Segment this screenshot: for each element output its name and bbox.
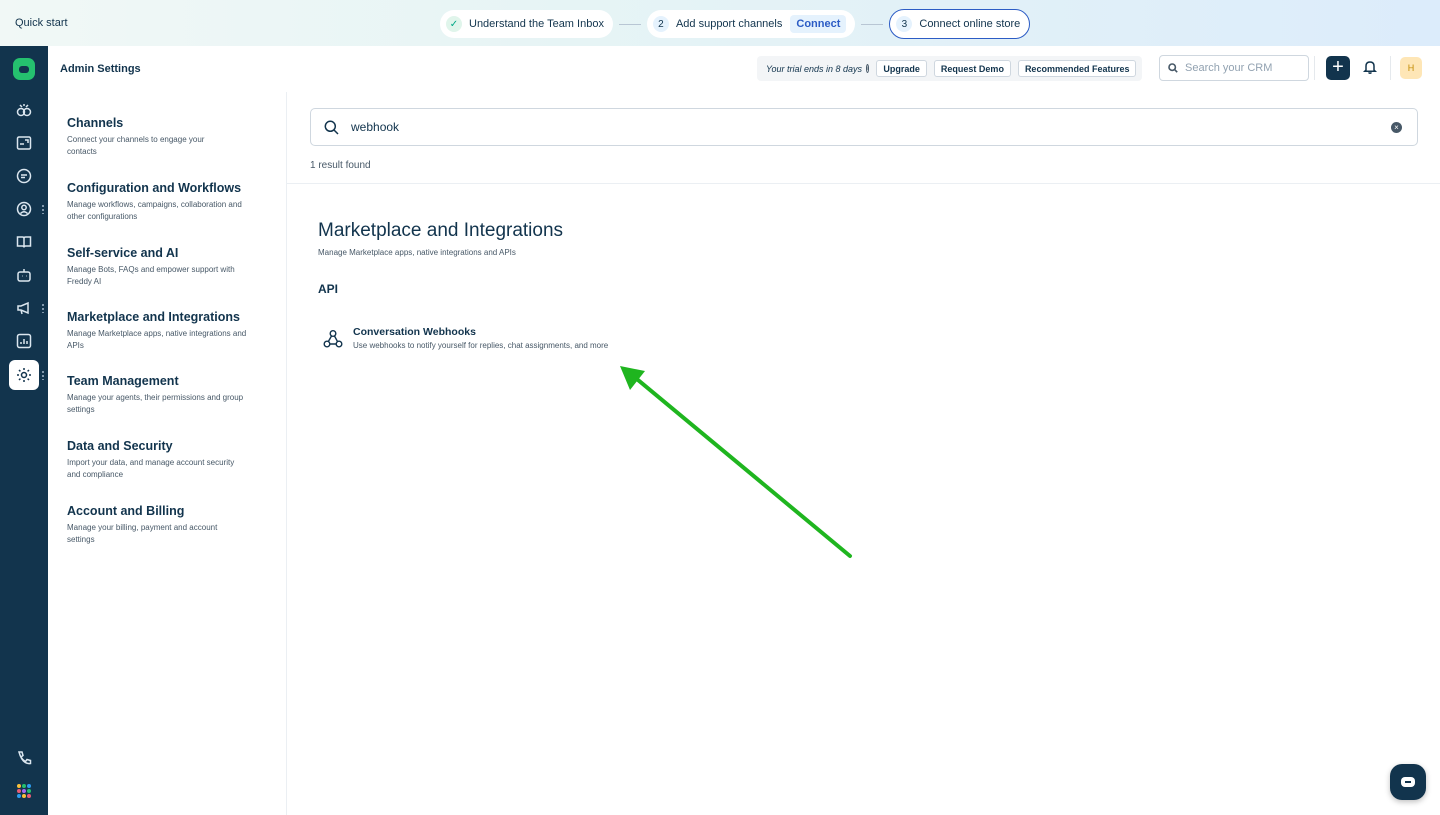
chat-icon [1401, 777, 1415, 787]
nav-item-desc: Manage Marketplace apps, native integrat… [67, 329, 247, 350]
result-name: Conversation Webhooks [353, 326, 476, 338]
settings-icon[interactable] [9, 360, 39, 390]
nav-item-desc: Manage your billing, payment and account… [67, 523, 218, 544]
step-2-label: Add support channels [675, 18, 783, 30]
step-connector [618, 23, 641, 25]
more-dots [42, 303, 44, 313]
webhook-icon [323, 330, 343, 348]
group-label: API [318, 282, 339, 296]
settings-nav: Channels Connect your channels to engage… [48, 92, 287, 815]
nav-item-desc: Manage your agents, their permissions an… [67, 393, 244, 414]
crm-search-placeholder: Search your CRM [1185, 62, 1273, 74]
bot-icon[interactable] [12, 263, 36, 287]
crm-search-input[interactable]: Search your CRM [1159, 55, 1309, 81]
more-dots [42, 204, 44, 214]
settings-nav-team-management[interactable]: Team Management Manage your agents, thei… [67, 374, 267, 416]
dashboard-icon[interactable] [12, 98, 36, 122]
upgrade-button[interactable]: Upgrade [876, 60, 927, 77]
search-value: webhook [351, 120, 400, 134]
nav-item-title: Marketplace and Integrations [67, 310, 240, 324]
quick-start-bar: Quick start ✓ Understand the Team Inbox … [0, 0, 1440, 46]
quick-start-title[interactable]: Quick start [15, 17, 68, 29]
recommended-features-button[interactable]: Recommended Features [1017, 60, 1137, 77]
notifications-bell-icon[interactable] [1362, 59, 1380, 77]
divider [1390, 56, 1391, 80]
search-icon [324, 120, 339, 135]
quick-start-step-3[interactable]: 3 Connect online store [889, 9, 1031, 39]
trial-text: Your trial ends in 8 days [766, 63, 863, 74]
step-3-label: Connect online store [919, 18, 1021, 30]
info-icon[interactable]: i [866, 64, 870, 73]
left-rail [0, 46, 48, 815]
logo-icon[interactable] [13, 58, 35, 80]
quick-start-step-1[interactable]: ✓ Understand the Team Inbox [440, 10, 613, 38]
campaigns-icon[interactable] [12, 296, 36, 320]
section-title: Marketplace and Integrations [318, 220, 564, 241]
result-desc: Use webhooks to notify yourself for repl… [353, 341, 609, 350]
nav-item-title: Team Management [67, 374, 179, 388]
main-content: webhook × 1 result found Marketplace and… [287, 92, 1440, 815]
divider [1314, 56, 1315, 80]
nav-item-desc: Manage workflows, campaigns, collaborati… [67, 200, 242, 221]
add-new-button[interactable]: + [1326, 56, 1350, 80]
nav-item-title: Channels [67, 116, 124, 130]
check-icon: ✓ [446, 16, 462, 32]
reports-icon[interactable] [12, 329, 36, 353]
page-title: Admin Settings [60, 63, 141, 75]
request-demo-button[interactable]: Request Demo [933, 60, 1011, 77]
quick-start-steps: ✓ Understand the Team Inbox 2 Add suppor… [440, 9, 1031, 39]
step-1-label: Understand the Team Inbox [469, 18, 604, 30]
conversations-icon[interactable] [12, 164, 36, 188]
result-item-conversation-webhooks[interactable]: Conversation Webhooks Use webhooks to no… [321, 326, 608, 351]
nav-item-title: Self-service and AI [67, 246, 179, 260]
result-count: 1 result found [310, 160, 371, 171]
top-header: Admin Settings Your trial ends in 8 days… [48, 46, 1440, 92]
settings-nav-channels[interactable]: Channels Connect your channels to engage… [67, 116, 267, 158]
chat-widget-button[interactable] [1390, 764, 1426, 800]
phone-icon[interactable] [12, 746, 36, 770]
settings-nav-data-security[interactable]: Data and Security Import your data, and … [67, 439, 267, 481]
nav-item-desc: Connect your channels to engage your con… [67, 135, 205, 156]
avatar[interactable]: H [1400, 57, 1422, 79]
search-icon [1168, 63, 1178, 73]
nav-item-title: Data and Security [67, 439, 173, 453]
more-dots [42, 370, 44, 380]
nav-item-title: Account and Billing [67, 504, 185, 518]
connect-button[interactable]: Connect [790, 15, 847, 33]
clear-search-icon[interactable]: × [1391, 122, 1402, 133]
settings-nav-configuration[interactable]: Configuration and Workflows Manage workf… [67, 181, 267, 223]
nav-item-title: Configuration and Workflows [67, 181, 242, 195]
inbox-icon[interactable] [12, 131, 36, 155]
nav-item-desc: Import your data, and manage account sec… [67, 458, 235, 479]
settings-search-input[interactable]: webhook × [310, 108, 1418, 146]
settings-nav-account-billing[interactable]: Account and Billing Manage your billing,… [67, 504, 267, 546]
contacts-icon[interactable] [12, 197, 36, 221]
step-connector [861, 23, 884, 25]
quick-start-step-2[interactable]: 2 Add support channels Connect [646, 10, 856, 38]
settings-nav-marketplace[interactable]: Marketplace and Integrations Manage Mark… [67, 310, 267, 352]
trial-banner: Your trial ends in 8 days i Upgrade Requ… [757, 56, 1142, 81]
settings-nav-self-service[interactable]: Self-service and AI Manage Bots, FAQs an… [67, 246, 267, 288]
nav-item-desc: Manage Bots, FAQs and empower support wi… [67, 265, 235, 286]
step-2-number: 2 [652, 16, 669, 32]
step-3-number: 3 [896, 16, 913, 32]
knowledge-base-icon[interactable] [12, 230, 36, 254]
apps-icon[interactable] [17, 784, 31, 798]
section-desc: Manage Marketplace apps, native integrat… [318, 248, 516, 257]
divider [287, 183, 1440, 184]
